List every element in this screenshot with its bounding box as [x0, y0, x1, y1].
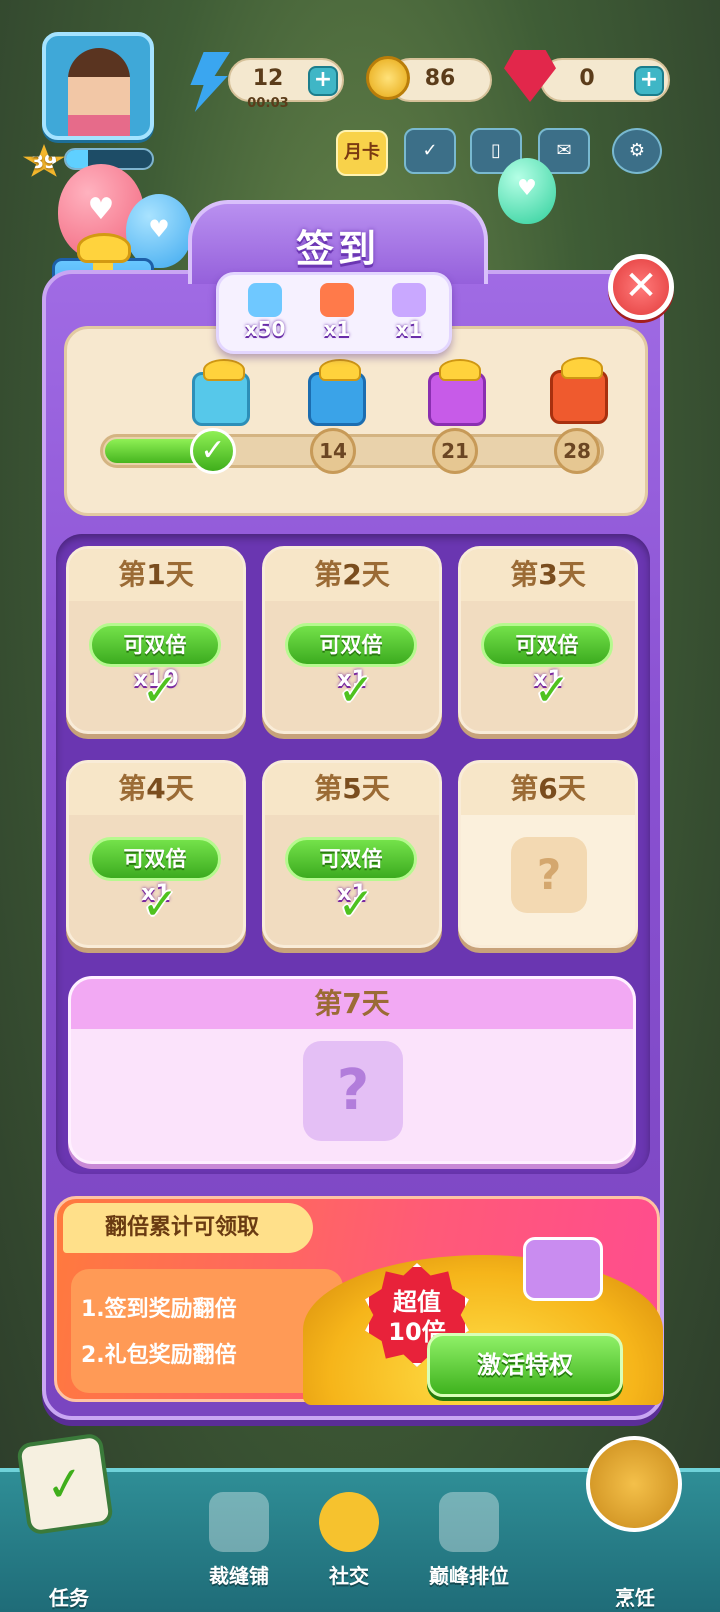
tailor-icon	[209, 1492, 269, 1552]
milestone-gift-icon[interactable]	[192, 359, 250, 426]
nav-tailor[interactable]: 裁缝铺	[184, 1492, 294, 1589]
mystery-reward-icon: ?	[511, 837, 587, 913]
day-card-3[interactable]: 第3天 x1 可双倍 ✓	[458, 546, 638, 734]
double-privilege-promo: 翻倍累计可领取 1.签到奖励翻倍 2.礼包奖励翻倍 超值 10倍 激活特权	[54, 1196, 663, 1405]
tooltip-count: x1	[323, 317, 351, 341]
claimed-check-icon: ✓	[141, 879, 179, 930]
gem-plus-button[interactable]: +	[634, 66, 664, 96]
badge-line-1: 超值	[393, 1288, 441, 1316]
crystal-icon	[392, 283, 426, 317]
double-reward-badge[interactable]: 可双倍	[89, 623, 221, 667]
nav-label: 任务	[49, 1586, 89, 1610]
trophy-icon	[439, 1492, 499, 1552]
treasure-chest-icon	[523, 1237, 603, 1301]
day-card-5[interactable]: 第5天 x1 可双倍 ✓	[262, 760, 442, 948]
day-title: 第7天	[71, 979, 633, 1029]
player-avatar[interactable]	[42, 32, 154, 140]
promo-benefit-1: 1.签到奖励翻倍	[81, 1297, 237, 1322]
milestone-node-14: 14	[310, 428, 356, 474]
activate-privilege-button[interactable]: 激活特权	[427, 1333, 623, 1397]
nav-label: 社交	[329, 1564, 369, 1588]
day-card-1[interactable]: 第1天 x10 可双倍 ✓	[66, 546, 246, 734]
day-card-7[interactable]: 第7天 ?	[68, 976, 636, 1164]
reward-tooltip: x50 x1 x1	[216, 272, 452, 354]
nav-label: 烹饪	[615, 1586, 655, 1610]
double-reward-badge[interactable]: 可双倍	[89, 837, 221, 881]
energy-timer: 00:03	[247, 96, 289, 111]
tooltip-count: x50	[244, 317, 286, 341]
day-title: 第1天	[69, 549, 243, 601]
claimed-check-icon: ✓	[533, 665, 571, 716]
day-title: 第3天	[461, 549, 635, 601]
blue-balloon-icon: ♥	[126, 194, 192, 268]
gem-counter: 0 +	[540, 58, 670, 102]
mystery-reward-icon: ?	[303, 1041, 403, 1141]
milestone-gift-icon[interactable]	[550, 357, 608, 424]
gem-value: 0	[579, 66, 595, 91]
xp-bar-fill	[66, 150, 88, 168]
settings-gear-icon[interactable]: ⚙	[612, 128, 662, 174]
nav-ranking[interactable]: 巅峰排位	[414, 1492, 524, 1589]
treasure-chest-icon	[320, 283, 354, 317]
milestone-node-28: 28	[554, 428, 600, 474]
milestone-gift-icon[interactable]	[428, 359, 486, 426]
claimed-check-icon: ✓	[337, 665, 375, 716]
tooltip-item-energy: x50	[235, 281, 295, 351]
day-title: 第4天	[69, 763, 243, 815]
social-icon	[319, 1492, 379, 1552]
double-reward-badge[interactable]: 可双倍	[481, 623, 613, 667]
tooltip-item-crystal: x1	[379, 281, 439, 351]
claimed-check-icon: ✓	[337, 879, 375, 930]
coin-icon	[366, 56, 410, 100]
double-reward-badge[interactable]: 可双倍	[285, 623, 417, 667]
avatar-portrait	[68, 48, 130, 136]
task-clipboard-icon[interactable]: ✓	[16, 1432, 114, 1536]
energy-plus-button[interactable]: +	[308, 66, 338, 96]
cooking-pot-icon[interactable]	[586, 1436, 682, 1532]
day-card-6[interactable]: 第6天 ?	[458, 760, 638, 948]
tooltip-item-chest: x1	[307, 281, 367, 351]
calendar-check-icon[interactable]: ✓	[404, 128, 456, 174]
nav-social[interactable]: 社交	[294, 1492, 404, 1589]
milestone-node-done: ✓	[190, 428, 236, 474]
day-title: 第2天	[265, 549, 439, 601]
milestone-gift-icon[interactable]	[308, 359, 366, 426]
day-title: 第6天	[461, 763, 635, 815]
day-card-4[interactable]: 第4天 x1 可双倍 ✓	[66, 760, 246, 948]
dialog-title: 签到	[295, 227, 380, 271]
claimed-check-icon: ✓	[141, 665, 179, 716]
lightning-icon	[190, 52, 230, 112]
nav-label: 巅峰排位	[429, 1564, 509, 1588]
promo-tab-label: 翻倍累计可领取	[63, 1203, 313, 1253]
tooltip-count: x1	[395, 317, 423, 341]
milestone-node-21: 21	[432, 428, 478, 474]
day-title: 第5天	[265, 763, 439, 815]
close-button[interactable]: ✕	[608, 254, 674, 320]
energy-bolt-icon	[248, 283, 282, 317]
monthly-card-button[interactable]: 月卡	[336, 130, 388, 176]
energy-value: 12	[252, 66, 284, 91]
day-card-2[interactable]: 第2天 x1 可双倍 ✓	[262, 546, 442, 734]
green-balloon-icon: ♥	[498, 158, 556, 224]
nav-label: 裁缝铺	[209, 1564, 269, 1588]
promo-benefit-2: 2.礼包奖励翻倍	[81, 1343, 237, 1368]
level-badge: 39	[22, 144, 66, 177]
double-reward-badge[interactable]: 可双倍	[285, 837, 417, 881]
